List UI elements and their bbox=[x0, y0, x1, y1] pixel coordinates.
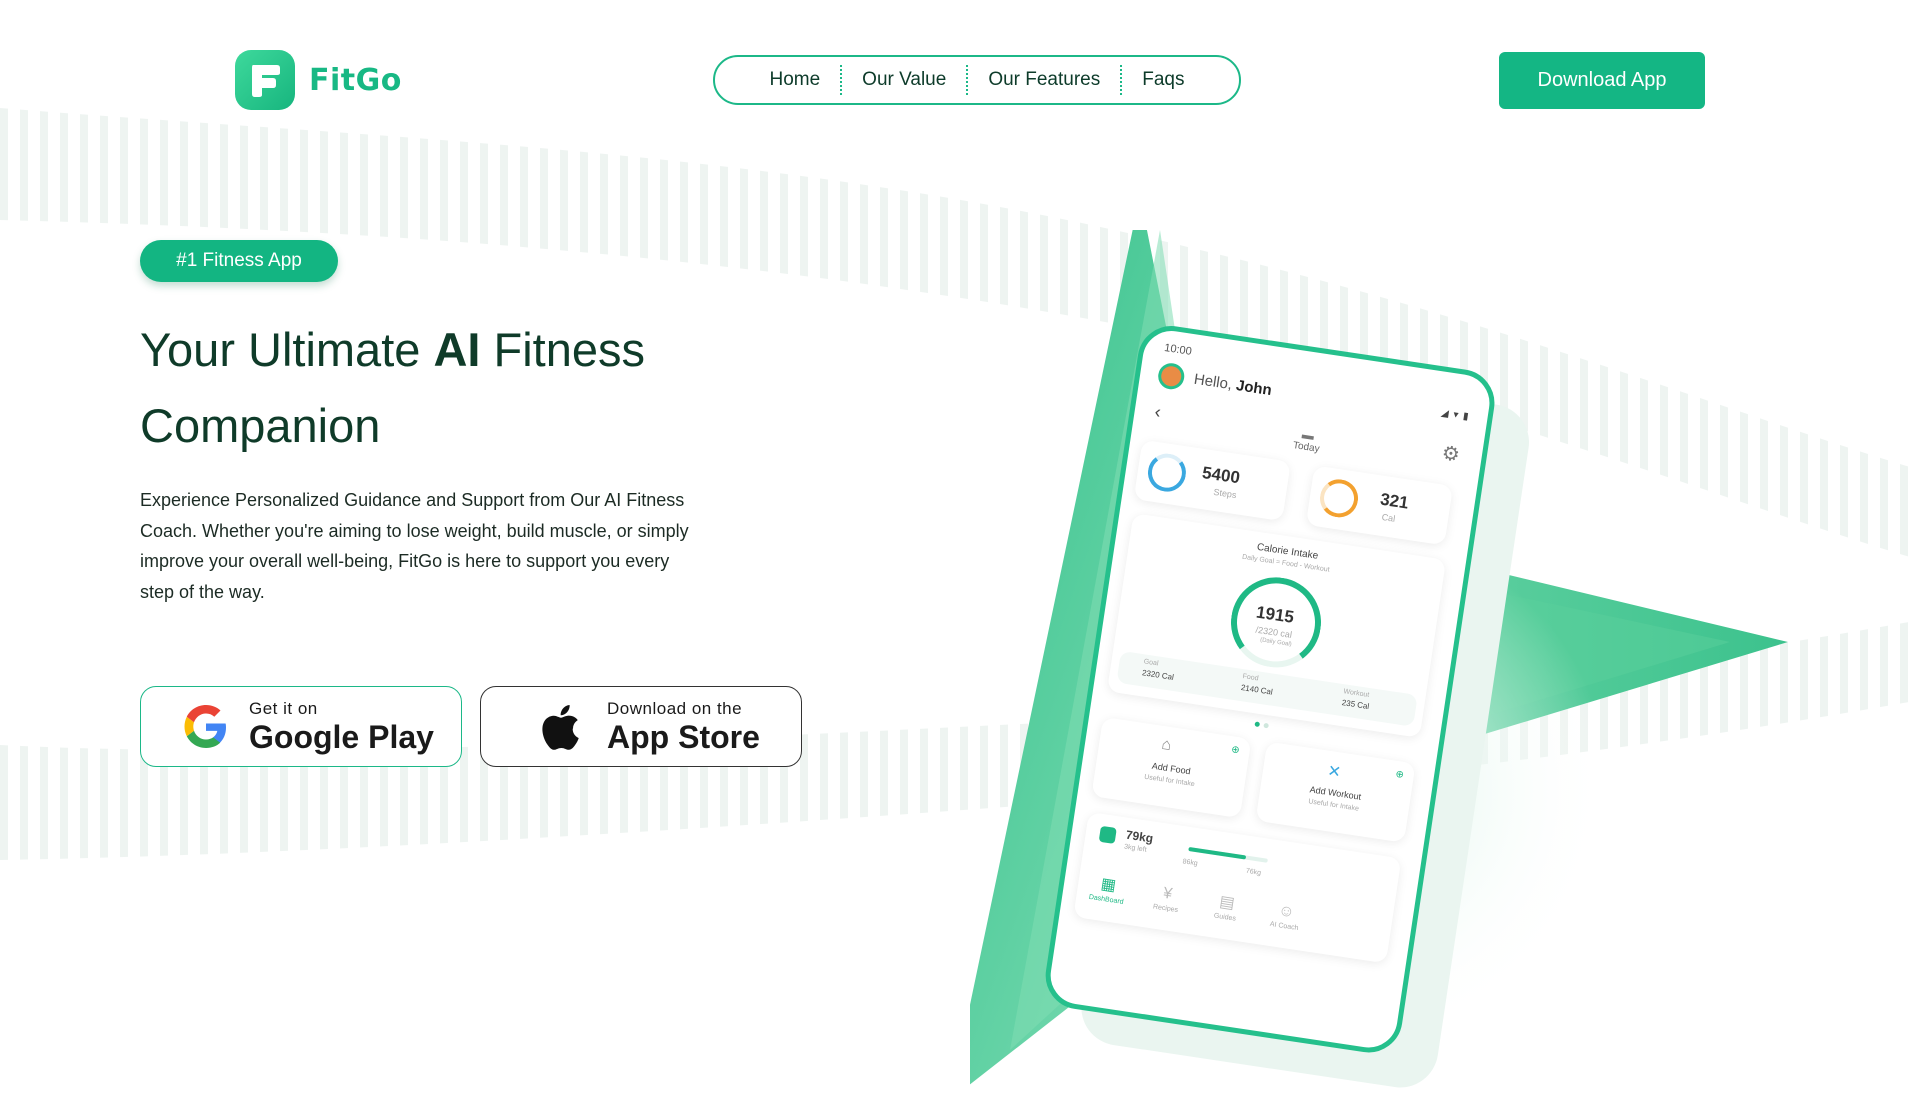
download-app-button[interactable]: Download App bbox=[1499, 52, 1705, 109]
app-store-big: App Store bbox=[607, 718, 760, 755]
page-dot-active bbox=[1254, 721, 1261, 728]
add-food-card: ⌂ ⊕ Add Food Useful for Intake bbox=[1091, 716, 1252, 819]
tab-guides-label: Guides bbox=[1213, 912, 1237, 923]
book-icon: ▤ bbox=[1218, 893, 1236, 913]
headline-prefix: Your Ultimate bbox=[140, 323, 434, 376]
weight-value: 79kg bbox=[1124, 827, 1155, 846]
dumbbell-icon: ✕ bbox=[1326, 762, 1343, 782]
nav-our-features[interactable]: Our Features bbox=[968, 69, 1120, 91]
calories-label: Cal bbox=[1381, 511, 1396, 524]
food-label: Food bbox=[1242, 673, 1259, 683]
greeting-text: Hello, bbox=[1192, 370, 1234, 394]
google-play-icon bbox=[179, 700, 233, 754]
fork-knife-icon: ¥ bbox=[1162, 884, 1174, 903]
weight-left: 3kg left bbox=[1123, 843, 1147, 854]
back-icon: ‹ bbox=[1153, 401, 1163, 422]
tab-ai-coach[interactable]: ☺ AI Coach bbox=[1254, 899, 1317, 935]
scale-icon bbox=[1098, 825, 1117, 844]
app-store-small: Download on the bbox=[607, 698, 743, 718]
headline-bold: AI bbox=[433, 323, 481, 376]
weight-fill bbox=[1188, 846, 1246, 860]
phone-time: 10:00 bbox=[1163, 341, 1193, 358]
brand-name: FitGo bbox=[309, 62, 402, 98]
gear-icon: ⚙ bbox=[1440, 442, 1462, 467]
add-workout-card: ✕ ⊕ Add Workout Useful for Intake bbox=[1255, 741, 1416, 843]
robot-icon: ☺ bbox=[1277, 902, 1296, 922]
add-workout-plus-icon: ⊕ bbox=[1394, 768, 1405, 781]
app-store-text: Download on the App Store bbox=[607, 699, 760, 755]
apple-icon bbox=[533, 700, 587, 754]
tab-dashboard[interactable]: ▦ DashBoard bbox=[1076, 870, 1140, 908]
weight-start: 86kg bbox=[1182, 858, 1199, 868]
add-food-plus-icon: ⊕ bbox=[1230, 744, 1241, 757]
phone-greeting: Hello, John bbox=[1193, 371, 1273, 399]
today-label: ▬ Today bbox=[1276, 424, 1339, 458]
google-play-text: Get it on Google Play bbox=[249, 699, 434, 755]
goal-value: 2320 Cal bbox=[1141, 668, 1175, 682]
google-play-button[interactable]: Get it on Google Play bbox=[140, 686, 462, 767]
steps-label: Steps bbox=[1212, 486, 1238, 501]
workout-value: 235 Cal bbox=[1341, 698, 1370, 712]
tab-guides[interactable]: ▤ Guides bbox=[1195, 888, 1259, 926]
nav-home[interactable]: Home bbox=[749, 69, 840, 91]
google-play-small: Get it on bbox=[249, 698, 318, 718]
bell-icon: ⌂ bbox=[1160, 735, 1173, 755]
calories-value: 321 bbox=[1378, 489, 1410, 513]
flame-icon bbox=[1317, 476, 1361, 520]
fitness-app-badge: #1 Fitness App bbox=[140, 240, 338, 282]
user-name: John bbox=[1234, 377, 1273, 400]
nav-our-value[interactable]: Our Value bbox=[842, 69, 966, 91]
workout-label: Workout bbox=[1342, 688, 1370, 699]
google-play-big: Google Play bbox=[249, 718, 434, 755]
tab-recipes[interactable]: ¥ Recipes bbox=[1135, 881, 1198, 917]
weight-target: 76kg bbox=[1245, 867, 1262, 877]
calorie-intake-card: Calorie Intake Daily Goal = Food - Worko… bbox=[1106, 513, 1447, 738]
steps-card: 5400 Steps bbox=[1133, 439, 1291, 522]
food-value: 2140 Cal bbox=[1240, 682, 1274, 697]
app-store-button[interactable]: Download on the App Store bbox=[480, 686, 802, 767]
logo-icon bbox=[235, 50, 295, 110]
brand-logo[interactable]: FitGo bbox=[235, 50, 402, 110]
tab-recipes-label: Recipes bbox=[1152, 903, 1179, 915]
goal-label: Goal bbox=[1143, 658, 1159, 668]
dashboard-icon: ▦ bbox=[1099, 875, 1118, 895]
page-dot bbox=[1263, 722, 1269, 729]
signal-wifi-battery-icon: ◢ ▾ ▮ bbox=[1440, 407, 1471, 423]
steps-icon bbox=[1145, 451, 1189, 495]
hero-description: Experience Personalized Guidance and Sup… bbox=[140, 490, 689, 602]
avatar bbox=[1156, 361, 1187, 391]
weight-track bbox=[1188, 846, 1268, 863]
hero-headline: Your Ultimate AI Fitness Companion bbox=[140, 312, 760, 464]
main-nav: Home Our Value Our Features Faqs bbox=[713, 55, 1241, 105]
calories-card: 321 Cal bbox=[1305, 465, 1454, 546]
nav-faqs[interactable]: Faqs bbox=[1122, 69, 1204, 91]
steps-value: 5400 bbox=[1200, 462, 1242, 488]
